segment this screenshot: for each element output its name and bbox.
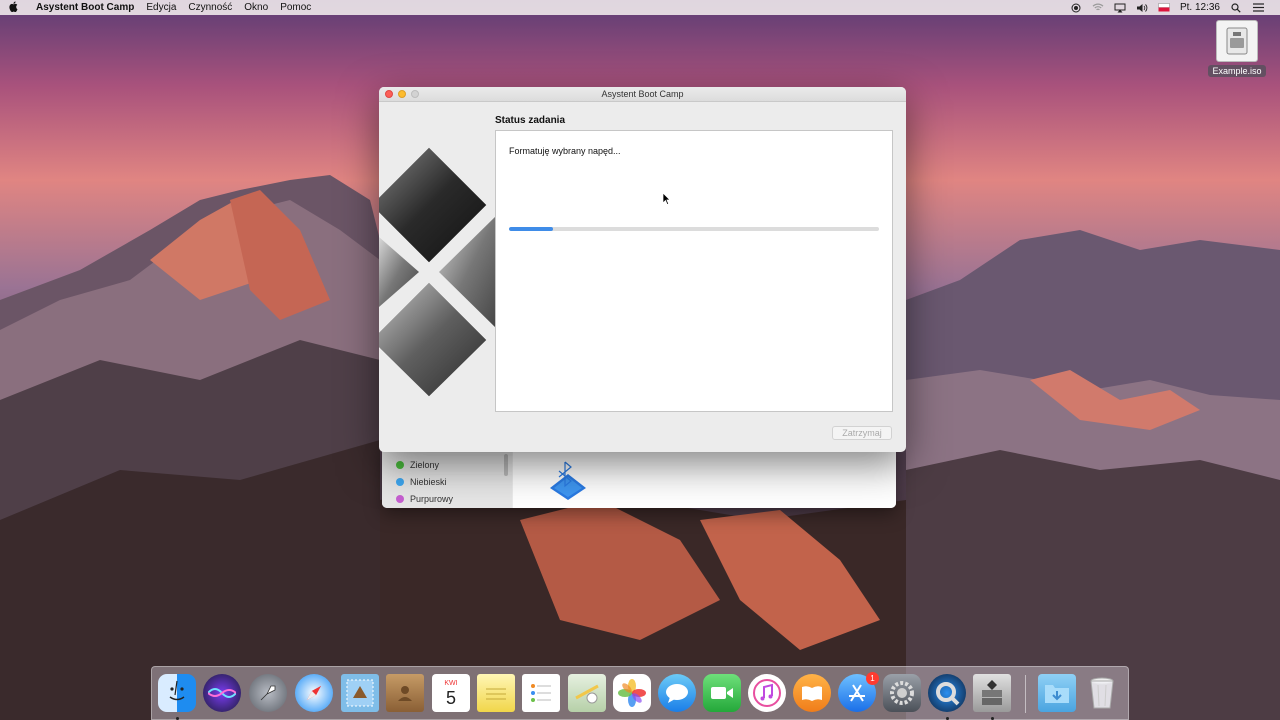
background-window: Zielony Niebieski Purpurowy [382,446,896,508]
tag-label: Purpurowy [410,494,454,504]
app-store-badge: 1 [866,672,879,685]
tag-color-dot [396,461,404,469]
tag-color-dot [396,495,404,503]
tag-label: Niebieski [410,477,447,487]
wifi-icon[interactable] [1092,3,1104,13]
window-title: Asystent Boot Camp [601,89,684,99]
finder-icon[interactable] [158,674,196,712]
dock: KWI 5 1 [151,666,1129,720]
airplay-icon[interactable] [1114,3,1126,13]
safari-icon[interactable] [295,674,333,712]
menu-help[interactable]: Pomoc [274,2,317,13]
facetime-icon[interactable] [703,674,741,712]
tag-color-dot [396,478,404,486]
reminders-icon[interactable] [522,674,560,712]
volume-icon[interactable] [1136,3,1148,13]
trash-icon[interactable] [1083,674,1121,712]
bluetooth-icon[interactable] [548,460,588,503]
spotlight-icon[interactable] [1230,2,1242,13]
menu-app-name[interactable]: Asystent Boot Camp [28,2,140,13]
status-panel: Formatuję wybrany napęd... [495,130,893,412]
dock-separator [1025,675,1026,713]
calendar-day: 5 [445,687,456,708]
disk-image-icon [1216,20,1258,62]
tag-item-blue[interactable]: Niebieski [396,477,447,487]
boot-camp-assistant-icon[interactable] [973,674,1011,712]
tag-item-green[interactable]: Zielony [396,460,439,470]
window-titlebar[interactable]: Asystent Boot Camp [379,87,906,102]
mail-stamp-icon[interactable] [341,674,379,712]
boot-camp-assistant-window: Asystent Boot Camp Status zadania Format… [379,87,906,452]
notification-center-icon[interactable] [1252,3,1264,13]
downloads-folder-icon[interactable] [1038,674,1076,712]
quicktime-icon[interactable] [928,674,966,712]
itunes-icon[interactable] [748,674,786,712]
progress-fill [509,227,554,231]
progress-bar [509,227,879,231]
siri-icon[interactable] [203,674,241,712]
maps-icon[interactable] [568,674,606,712]
calendar-month: KWI [444,679,458,687]
apple-menu-icon[interactable] [0,0,28,15]
tag-item-purple[interactable]: Purpurowy [396,494,453,504]
menu-action[interactable]: Czynność [182,2,238,13]
keyboard-flag-icon[interactable] [1158,3,1170,13]
menu-window[interactable]: Okno [238,2,274,13]
ibooks-icon[interactable] [793,674,831,712]
system-preferences-icon[interactable] [883,674,921,712]
launchpad-icon[interactable] [249,674,287,712]
notes-icon[interactable] [477,674,515,712]
photos-icon[interactable] [613,674,651,712]
desktop-file-example-iso[interactable]: Example.iso [1207,20,1267,77]
desktop-file-label: Example.iso [1208,65,1266,77]
status-message: Formatuję wybrany napęd... [509,146,621,156]
contacts-icon[interactable] [386,674,424,712]
calendar-icon[interactable]: KWI 5 [432,674,470,712]
record-icon[interactable] [1070,3,1082,13]
messages-icon[interactable] [658,674,696,712]
stop-button[interactable]: Zatrzymaj [832,426,892,440]
menu-bar: Asystent Boot Camp Edycja Czynność Okno … [0,0,1280,15]
tag-label: Zielony [410,460,440,470]
sidebar-scrollbar[interactable] [504,454,508,476]
menu-clock[interactable]: Pt. 12:36 [1180,2,1220,13]
mouse-pointer-icon [662,192,671,208]
section-title: Status zadania [495,115,566,126]
menu-edit[interactable]: Edycja [140,2,182,13]
